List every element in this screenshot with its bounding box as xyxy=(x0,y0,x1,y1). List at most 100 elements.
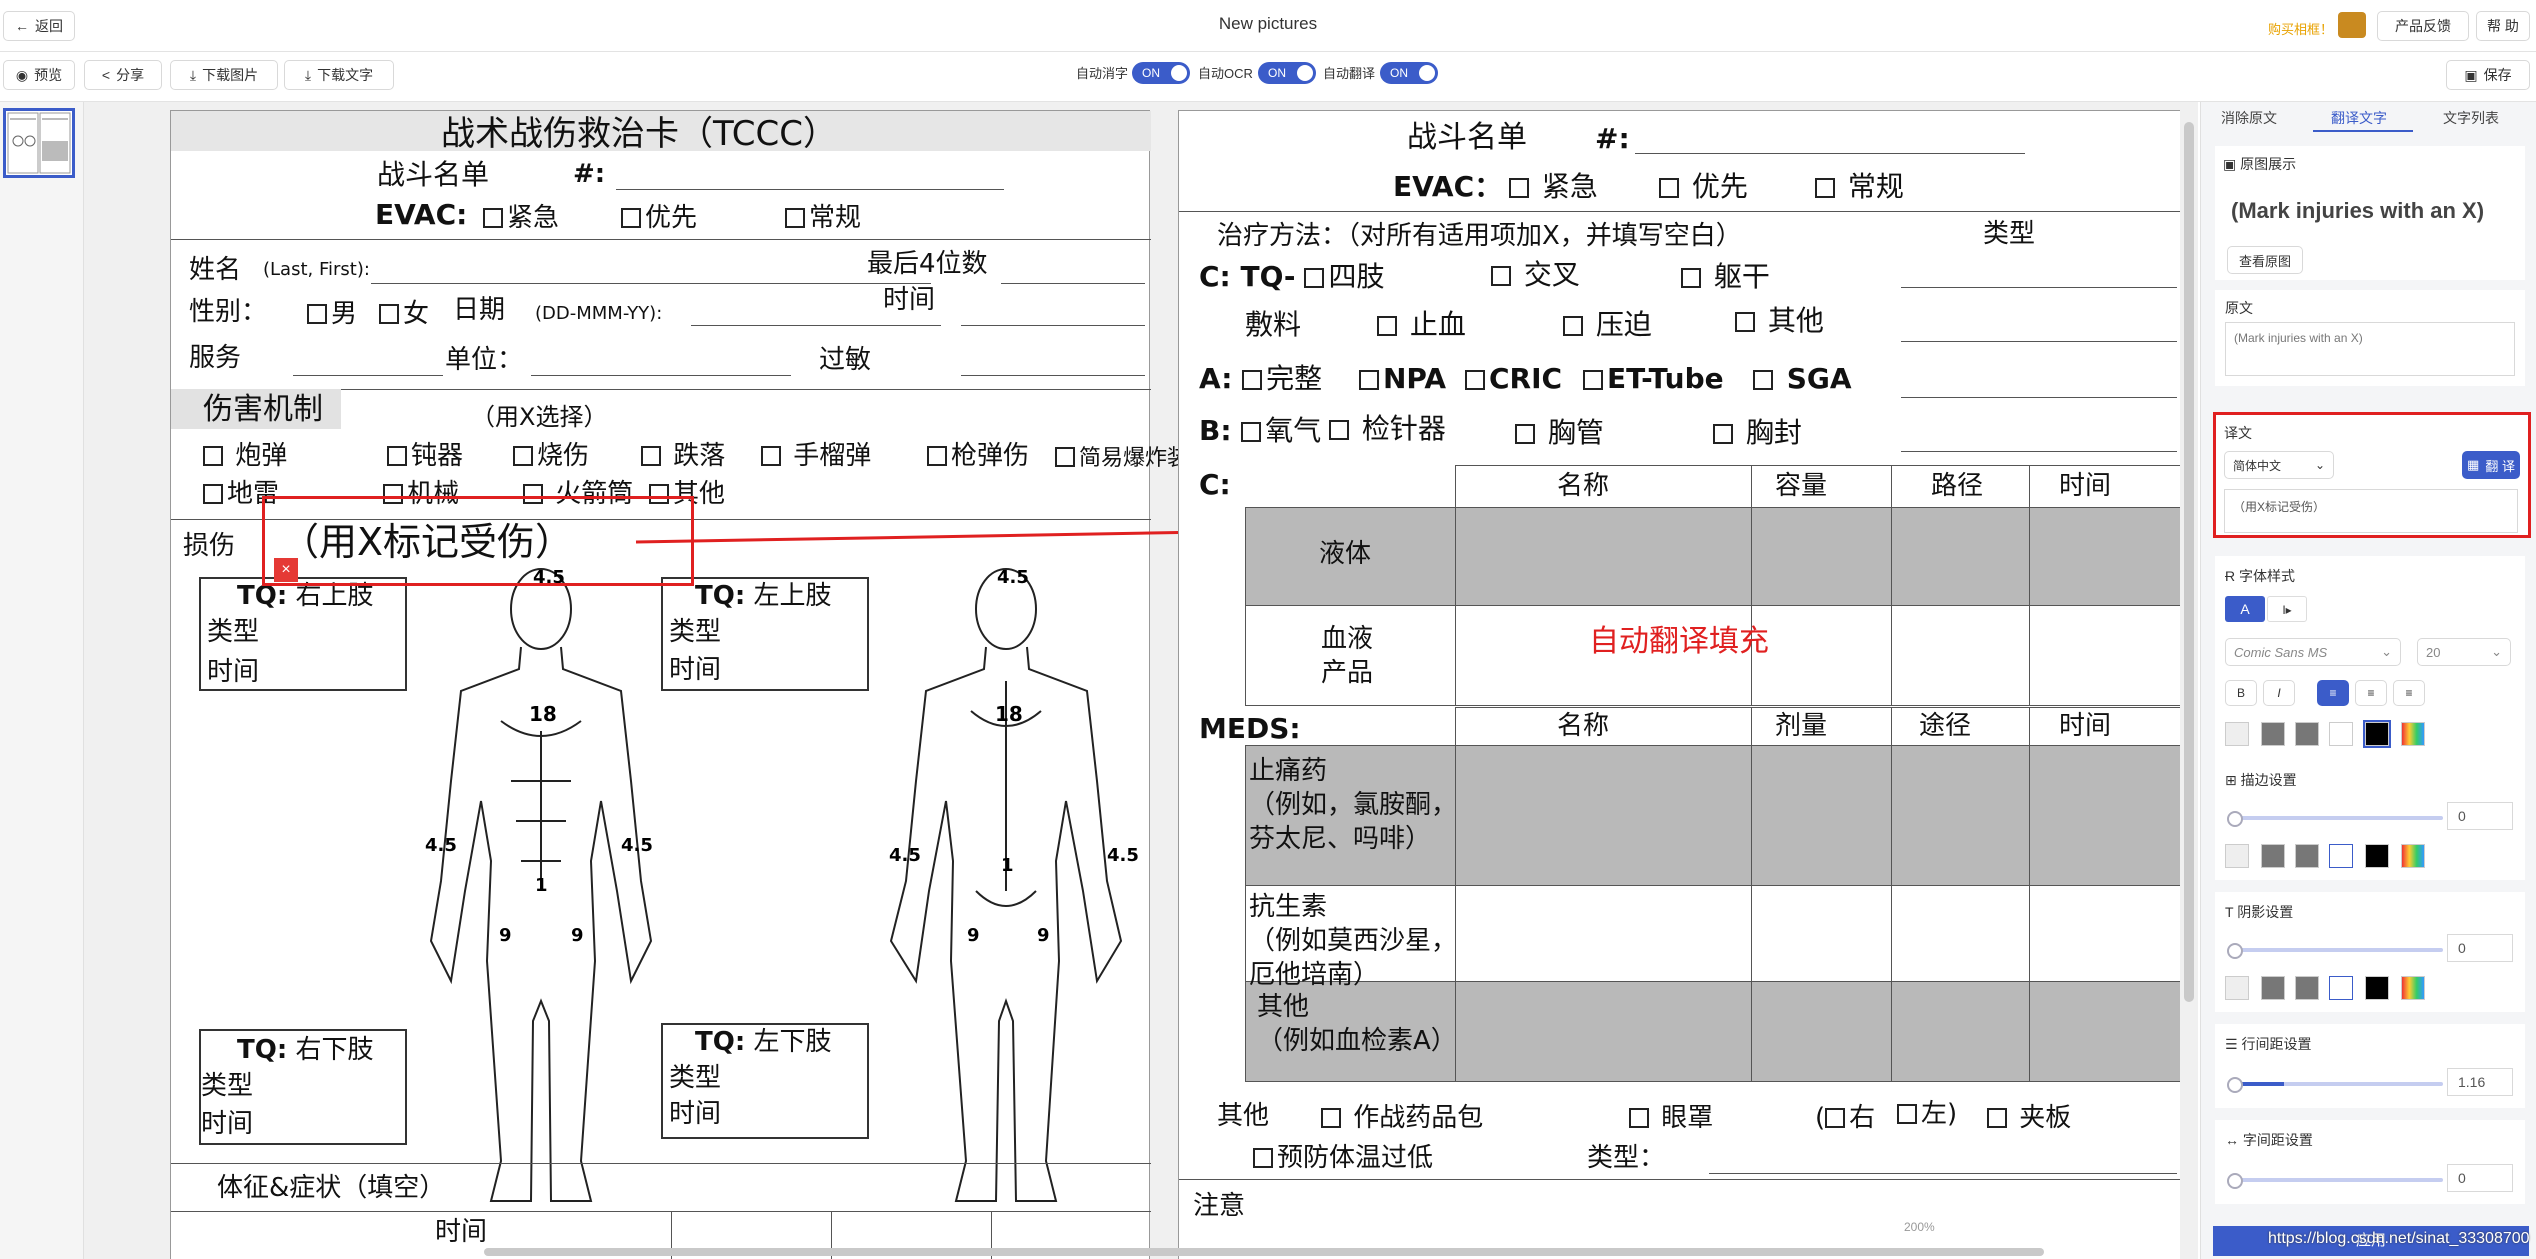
stroke-color-picker-icon[interactable] xyxy=(2401,844,2425,868)
fluids-col-route[interactable]: 路径 xyxy=(1931,473,1983,499)
meds-row-analgesic[interactable]: 止痛药 （例如，氯胺酮， 芬太尼、吗啡） xyxy=(1249,755,1457,856)
signs-time-label[interactable]: 时间 xyxy=(435,1219,487,1245)
shadow-input[interactable]: 0 xyxy=(2447,934,2513,962)
align-center-button[interactable]: ≡ xyxy=(2355,680,2387,706)
preview-button[interactable]: ◉ 预览 xyxy=(3,60,75,90)
char-spacing-input[interactable]: 0 xyxy=(2447,1164,2513,1192)
italic-button[interactable]: I xyxy=(2263,680,2295,706)
tq-rll-time[interactable]: 时间 xyxy=(201,1111,253,1137)
share-button[interactable]: < 分享 xyxy=(84,60,162,90)
breathing-needle[interactable]: 检针器 xyxy=(1329,415,1446,443)
meds-col-time[interactable]: 时间 xyxy=(2059,713,2111,739)
auto-erase-toggle[interactable]: ON xyxy=(1132,62,1190,84)
breathing-row[interactable]: B: 氧气 xyxy=(1199,417,1321,445)
c-tq-row[interactable]: C: TQ- 四肢 xyxy=(1199,263,1384,291)
stroke-swatch-white[interactable] xyxy=(2329,844,2353,868)
auto-translate-toggle[interactable]: ON xyxy=(1380,62,1438,84)
feedback-button[interactable]: 产品反馈 xyxy=(2377,11,2469,41)
align-right-button[interactable]: ≡ xyxy=(2393,680,2425,706)
shadow-swatch-light[interactable] xyxy=(2225,976,2249,1000)
color-swatch-white[interactable] xyxy=(2329,722,2353,746)
airway-npa[interactable]: NPA xyxy=(1359,365,1446,393)
other-splint[interactable]: 夹板 xyxy=(1987,1105,2071,1131)
stroke-input[interactable]: 0 xyxy=(2447,802,2513,830)
meds-row-antibiotic[interactable]: 抗生素 （例如莫西沙星， 厄他培南） xyxy=(1249,891,1457,992)
page-thumbnail[interactable] xyxy=(3,108,75,178)
vertical-scrollbar[interactable] xyxy=(2180,102,2198,1259)
editor-canvas[interactable]: 战术战伤救治卡（TCCC） 战斗名单 #: EVAC: 紧急 优先 常规 姓名 … xyxy=(84,102,2180,1259)
translation-textarea[interactable]: （用X标记受伤） xyxy=(2224,489,2518,533)
meds-col-route[interactable]: 途径 xyxy=(1919,713,1971,739)
meds-row-other[interactable]: 其他 （例如血检素A） xyxy=(1257,991,1457,1059)
breathing-chest-seal[interactable]: 胸封 xyxy=(1713,419,1802,447)
line-spacing-slider[interactable] xyxy=(2227,1077,2443,1093)
airway-sga[interactable]: SGA xyxy=(1753,365,1852,393)
bold-button[interactable]: B xyxy=(2225,680,2257,706)
notes-label[interactable]: 注意 xyxy=(1193,1193,1245,1219)
shadow-swatch-black[interactable] xyxy=(2365,976,2389,1000)
shadow-slider[interactable] xyxy=(2227,943,2443,959)
evac-routine-back[interactable]: 常规 xyxy=(1815,173,1904,201)
stroke-swatch-black[interactable] xyxy=(2365,844,2389,868)
airway-et[interactable]: ET-Tube xyxy=(1583,365,1724,393)
horizontal-scrollbar[interactable] xyxy=(484,1248,2044,1256)
airway-cric[interactable]: CRIC xyxy=(1465,365,1562,393)
breathing-chest-tube[interactable]: 胸管 xyxy=(1515,419,1604,447)
fluids-col-time[interactable]: 时间 xyxy=(2059,473,2111,499)
view-original-button[interactable]: 查看原图 xyxy=(2227,246,2303,274)
dressing-label[interactable]: 敷料 xyxy=(1245,311,1301,339)
evac-priority-back[interactable]: 优先 xyxy=(1659,173,1748,201)
fluids-row-blood[interactable]: 血液 产品 xyxy=(1321,623,1373,691)
tq-rll-type[interactable]: 类型 xyxy=(201,1073,253,1099)
zoom-indicator[interactable]: 200% xyxy=(1904,1220,1935,1234)
char-spacing-slider[interactable] xyxy=(2227,1173,2443,1189)
save-button[interactable]: ▣ 保存 xyxy=(2446,60,2530,90)
roster-label-back[interactable]: 战斗名单 xyxy=(1407,123,1527,153)
other-eye-left[interactable]: 左) xyxy=(1897,1101,1957,1127)
font-size-select[interactable]: 20 ⌄ xyxy=(2417,638,2511,666)
translate-button[interactable]: ▦ 翻 译 xyxy=(2462,451,2520,479)
back-button[interactable]: ← 返回 xyxy=(3,11,75,41)
tq-lll-time[interactable]: 时间 xyxy=(669,1101,721,1127)
tab-translate-text[interactable]: 翻译文字 xyxy=(2331,108,2387,128)
meds-col-dose[interactable]: 剂量 xyxy=(1775,713,1827,739)
line-spacing-input[interactable]: 1.16 xyxy=(2447,1068,2513,1096)
shadow-swatch-white[interactable] xyxy=(2329,976,2353,1000)
fluids-col-volume[interactable]: 容量 xyxy=(1775,473,1827,499)
tq-lll-label[interactable]: TQ: 左下肢 xyxy=(695,1029,832,1055)
signs-label[interactable]: 体征&症状（填空） xyxy=(217,1175,445,1201)
color-swatch-gray2[interactable] xyxy=(2295,722,2319,746)
text-color-toggle[interactable]: A xyxy=(2225,596,2265,622)
tq-rll-label[interactable]: TQ: 右下肢 xyxy=(237,1037,374,1063)
dressing-pressure[interactable]: 压迫 xyxy=(1563,311,1652,339)
help-button[interactable]: 帮 助 xyxy=(2476,11,2530,41)
download-image-button[interactable]: ⤓ 下载图片 xyxy=(170,60,278,90)
language-select[interactable]: 简体中文 ⌄ xyxy=(2224,451,2334,479)
color-picker-icon[interactable] xyxy=(2401,722,2425,746)
fluids-row-fluid[interactable]: 液体 xyxy=(1319,541,1371,567)
meds-col-name[interactable]: 名称 xyxy=(1557,713,1609,739)
promo-text[interactable]: 购买相框！ xyxy=(2268,19,2333,38)
dressing-other[interactable]: 其他 xyxy=(1735,307,1824,335)
tq-truncal[interactable]: 躯干 xyxy=(1681,263,1770,291)
stroke-swatch-light[interactable] xyxy=(2225,844,2249,868)
gift-icon[interactable] xyxy=(2338,12,2366,38)
tab-text-list[interactable]: 文字列表 xyxy=(2443,108,2499,128)
treatment-label[interactable]: 治疗方法：（对所有适用项加X，并填写空白） xyxy=(1217,223,1742,249)
color-swatch-gray[interactable] xyxy=(2261,722,2285,746)
stroke-slider[interactable] xyxy=(2227,811,2443,827)
tab-erase-original[interactable]: 消除原文 xyxy=(2221,108,2277,128)
other-combat-pack[interactable]: 作战药品包 xyxy=(1321,1105,1483,1131)
airway-row[interactable]: A: 完整 xyxy=(1199,365,1322,393)
color-swatch-light[interactable] xyxy=(2225,722,2249,746)
other-eye-right[interactable]: (右 xyxy=(1815,1105,1875,1131)
color-swatch-black[interactable] xyxy=(2363,720,2391,748)
font-family-select[interactable]: Comic Sans MS ⌄ xyxy=(2225,638,2401,666)
other-hypothermia[interactable]: 预防体温过低 xyxy=(1253,1145,1433,1171)
other-row-label[interactable]: 其他 xyxy=(1217,1103,1269,1129)
stroke-swatch-gray2[interactable] xyxy=(2295,844,2319,868)
evac-urgent-back[interactable]: 紧急 xyxy=(1509,173,1598,201)
dressing-hemostatic[interactable]: 止血 xyxy=(1377,311,1466,339)
hypothermia-type-label[interactable]: 类型： xyxy=(1587,1145,1665,1171)
download-text-button[interactable]: ⤓ 下载文字 xyxy=(284,60,394,90)
